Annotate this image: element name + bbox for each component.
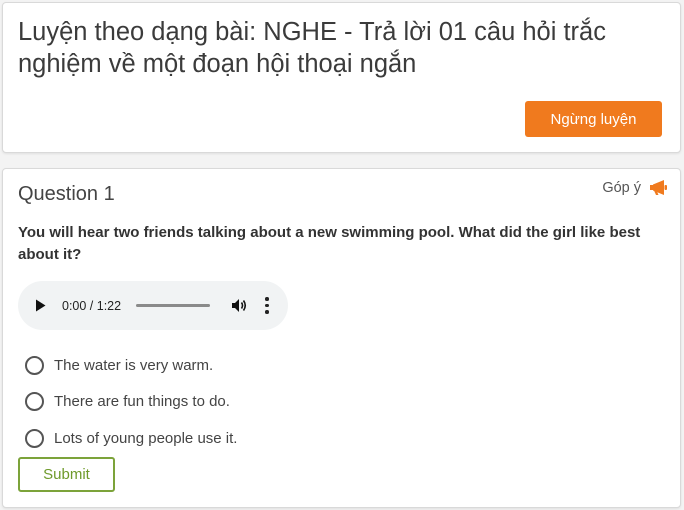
answer-options: The water is very warm. There are fun th… [25, 347, 237, 457]
page-title: Luyện theo dạng bài: NGHE - Trả lời 01 c… [18, 18, 606, 78]
option-label: There are fun things to do. [54, 393, 230, 411]
answer-option[interactable]: There are fun things to do. [25, 384, 237, 421]
feedback-link[interactable]: Góp ý [602, 179, 668, 196]
play-icon[interactable] [30, 296, 50, 316]
feedback-label: Góp ý [602, 179, 641, 196]
audio-time: 0:00 / 1:22 [62, 298, 122, 313]
audio-seek-bar[interactable] [136, 304, 211, 307]
submit-button[interactable]: Submit [18, 457, 115, 492]
more-options-icon[interactable] [260, 296, 274, 316]
question-card: Question 1 Góp ý You will hear two frien… [2, 168, 681, 508]
megaphone-icon [649, 179, 668, 196]
stop-practice-button[interactable]: Ngừng luyện [525, 101, 662, 137]
question-prompt: You will hear two friends talking about … [18, 224, 641, 263]
audio-player: 0:00 / 1:22 [18, 281, 288, 330]
radio-button[interactable] [25, 392, 44, 412]
option-label: Lots of young people use it. [54, 429, 238, 447]
answer-option[interactable]: The water is very warm. [25, 347, 237, 384]
practice-header-card: Luyện theo dạng bài: NGHE - Trả lời 01 c… [2, 2, 681, 153]
volume-icon[interactable] [228, 296, 250, 316]
radio-button[interactable] [25, 428, 44, 448]
option-label: The water is very warm. [54, 356, 214, 374]
radio-button[interactable] [25, 355, 44, 375]
question-title: Question 1 [18, 183, 115, 205]
answer-option[interactable]: Lots of young people use it. [25, 420, 237, 457]
